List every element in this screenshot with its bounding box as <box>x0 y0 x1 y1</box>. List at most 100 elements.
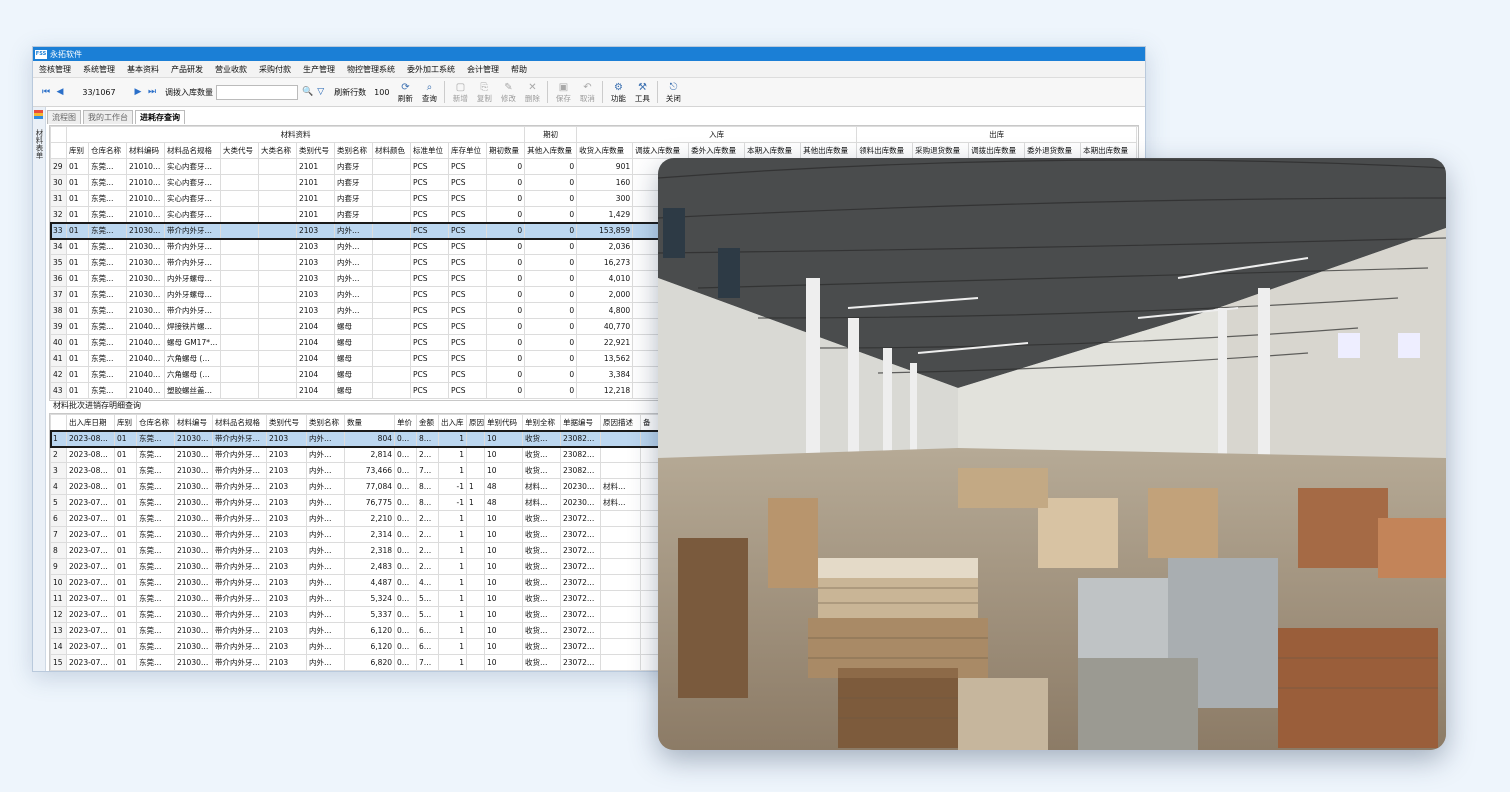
find-icon[interactable]: 🔍 <box>302 87 313 97</box>
table-cell: 23072… <box>560 638 601 655</box>
menu-item[interactable]: 会计管理 <box>461 64 505 75</box>
column-header[interactable]: 大类名称 <box>258 142 297 159</box>
column-header[interactable]: 采购退货数量 <box>912 142 970 159</box>
table-cell: 21040… <box>126 334 165 351</box>
column-header[interactable]: 仓库名称 <box>88 142 127 159</box>
table-row[interactable]: 7 2023-07… 01 东莞… 21030… 带介内外牙… 2103 内外… 2,314 0…… <box>50 526 661 543</box>
side-panel-icon[interactable] <box>34 110 43 119</box>
column-header[interactable]: 金额 <box>416 414 439 431</box>
column-header[interactable]: 领料出库数量 <box>856 142 914 159</box>
table-row[interactable]: 10 2023-07… 01 东莞… 21030… 带介内外牙… 2103 内外… 4,487 0… <box>50 574 661 591</box>
column-header[interactable]: 数量 <box>344 414 395 431</box>
column-header[interactable]: 委外退货数量 <box>1024 142 1082 159</box>
table-cell: 10 <box>484 462 523 479</box>
column-header[interactable]: 调拨入库数量 <box>632 142 690 159</box>
column-header[interactable]: 期初数量 <box>485 142 526 159</box>
toolbar-button[interactable]: ↶ 取消 <box>575 82 599 103</box>
column-header[interactable]: 收货入库数量 <box>576 142 634 159</box>
menu-item[interactable]: 帮助 <box>505 64 533 75</box>
menu-item[interactable]: 产品研发 <box>165 64 209 75</box>
table-row[interactable]: 12 2023-07… 01 东莞… 21030… 带介内外牙… 2103 内外… 5,337 0… <box>50 606 661 623</box>
tab[interactable]: 流程图 <box>47 110 81 124</box>
table-cell: 6,120 <box>344 622 395 639</box>
menu-item[interactable]: 系统管理 <box>77 64 121 75</box>
toolbar-button[interactable]: ▢ 新增 <box>448 82 472 103</box>
table-cell: 2023-07… <box>66 558 115 575</box>
column-header[interactable]: 单别全称 <box>522 414 561 431</box>
menu-item[interactable]: 营业收款 <box>209 64 253 75</box>
column-header[interactable]: 材料颜色 <box>372 142 411 159</box>
column-header[interactable]: 类别名称 <box>306 414 345 431</box>
column-header[interactable]: 单价 <box>394 414 417 431</box>
toolbar-button[interactable]: ⎘ 复制 <box>472 82 496 103</box>
column-header[interactable]: 本期出库数量 <box>1080 142 1138 159</box>
column-header[interactable]: 材料编号 <box>174 414 213 431</box>
first-record-icon[interactable]: ⏮ <box>39 87 53 97</box>
toolbar-button[interactable]: ⟳ 刷新 <box>393 82 417 103</box>
menu-item[interactable]: 基本资料 <box>121 64 165 75</box>
column-header[interactable]: 库别 <box>114 414 137 431</box>
column-header[interactable]: 原因 <box>466 414 485 431</box>
column-header[interactable]: 类别代号 <box>266 414 307 431</box>
prev-record-icon[interactable]: ◀ <box>53 87 67 97</box>
column-header[interactable]: 材料品名规格 <box>164 142 221 159</box>
table-row[interactable]: 9 2023-07… 01 东莞… 21030… 带介内外牙… 2103 内外… 2,483 0…… <box>50 558 661 575</box>
column-header[interactable]: 材料编码 <box>126 142 165 159</box>
table-row[interactable]: 11 2023-07… 01 东莞… 21030… 带介内外牙… 2103 内外… 5,324 0… <box>50 590 661 607</box>
menu-item[interactable]: 采购付款 <box>253 64 297 75</box>
column-header[interactable]: 本期入库数量 <box>744 142 802 159</box>
refresh-rows-value[interactable]: 100 <box>374 88 389 97</box>
column-header[interactable]: 出入库 <box>438 414 467 431</box>
column-header[interactable]: 单别代码 <box>484 414 523 431</box>
column-header[interactable]: 其他出库数量 <box>800 142 858 159</box>
table-cell: 23072… <box>560 558 601 575</box>
toolbar-button[interactable]: ▣ 保存 <box>551 82 575 103</box>
menu-item[interactable]: 物控管理系统 <box>341 64 401 75</box>
filter-icon[interactable]: ▽ <box>317 87 324 97</box>
table-row[interactable]: 3 2023-08… 01 东莞… 21030… 带介内外牙… 2103 内外… 73,466 0… <box>50 462 661 479</box>
toolbar-button[interactable]: ⚒ 工具 <box>630 82 654 103</box>
table-row[interactable]: 4 2023-08… 01 东莞… 21030… 带介内外牙… 2103 内外… 77,084 0… <box>50 478 661 495</box>
table-cell: 东莞… <box>136 510 175 527</box>
table-cell: 带介内外牙… <box>212 430 267 447</box>
column-header[interactable]: 大类代号 <box>220 142 259 159</box>
menu-item[interactable]: 生产管理 <box>297 64 341 75</box>
table-row[interactable]: 8 2023-07… 01 东莞… 21030… 带介内外牙… 2103 内外… 2,318 0…… <box>50 542 661 559</box>
toolbar-button[interactable]: ✕ 删除 <box>520 82 544 103</box>
column-header[interactable]: 单据编号 <box>560 414 601 431</box>
column-header[interactable]: 库别 <box>66 142 89 159</box>
toolbar-button[interactable]: ⌕ 查询 <box>417 82 441 103</box>
column-header[interactable]: 类别代号 <box>296 142 335 159</box>
tab[interactable]: 我的工作台 <box>83 110 133 124</box>
column-header[interactable]: 原因描述 <box>600 414 641 431</box>
column-header[interactable]: 其他入库数量 <box>524 142 578 159</box>
table-row[interactable]: 2 2023-08… 01 东莞… 21030… 带介内外牙… 2103 内外… 2,814 0…… <box>50 446 661 463</box>
table-row[interactable]: 6 2023-07… 01 东莞… 21030… 带介内外牙… 2103 内外… 2,210 0…… <box>50 510 661 527</box>
toolbar-button[interactable]: ⎋ 关闭 <box>661 82 685 103</box>
toolbar-button[interactable]: ⚙ 功能 <box>606 82 630 103</box>
column-header[interactable]: 仓库名称 <box>136 414 175 431</box>
menu-item[interactable]: 签核管理 <box>33 64 77 75</box>
table-cell: 2… <box>416 526 439 543</box>
next-record-icon[interactable]: ▶ <box>131 87 145 97</box>
table-row[interactable]: 13 2023-07… 01 东莞… 21030… 带介内外牙… 2103 内外… 6,120 0… <box>50 622 661 639</box>
last-record-icon[interactable]: ⏭ <box>145 87 159 97</box>
table-row[interactable]: 1 2023-08… 01 东莞… 21030… 带介内外牙… 2103 内外… 804 0… 8…… <box>50 429 662 448</box>
table-cell <box>600 430 641 447</box>
toolbar-button[interactable]: ✎ 修改 <box>496 82 520 103</box>
tab[interactable]: 进耗存查询 <box>135 110 185 124</box>
table-row[interactable]: 15 2023-07… 01 东莞… 21030… 带介内外牙… 2103 内外… 6,820 0… <box>50 654 661 671</box>
column-header[interactable]: 材料品名规格 <box>212 414 267 431</box>
column-header[interactable]: 调拨出库数量 <box>968 142 1026 159</box>
menu-item[interactable]: 委外加工系统 <box>401 64 461 75</box>
column-header[interactable]: 委外入库数量 <box>688 142 746 159</box>
column-header[interactable]: 出入库日期 <box>66 414 115 431</box>
side-panel-label[interactable]: 材料表单 <box>34 129 45 159</box>
table-cell: 2023-07… <box>66 590 115 607</box>
table-row[interactable]: 5 2023-07… 01 东莞… 21030… 带介内外牙… 2103 内外… 76,775 0… <box>50 494 661 511</box>
query-input[interactable] <box>216 84 298 100</box>
column-header[interactable]: 标准单位 <box>410 142 449 159</box>
column-header[interactable]: 类别名称 <box>334 142 373 159</box>
table-row[interactable]: 14 2023-07… 01 东莞… 21030… 带介内外牙… 2103 内外… 6,120 0… <box>50 638 661 655</box>
column-header[interactable]: 库存单位 <box>448 142 487 159</box>
